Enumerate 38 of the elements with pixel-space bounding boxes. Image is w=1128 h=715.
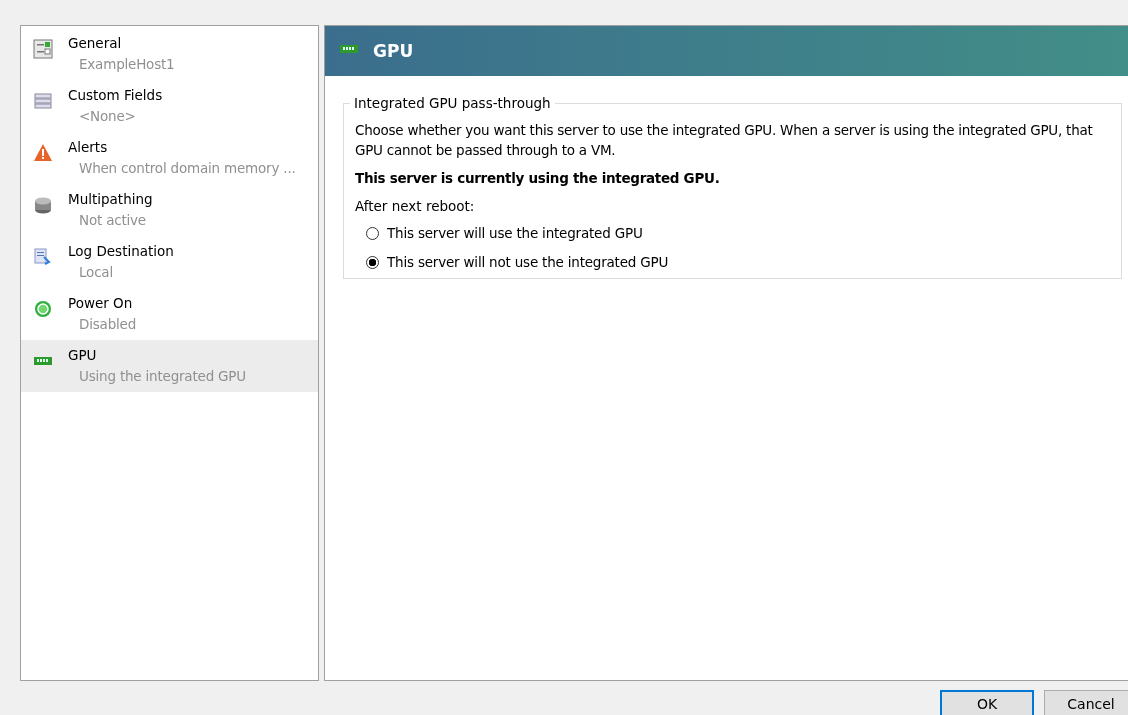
prompt-label: After next reboot: [355, 198, 476, 214]
description-text: Choose whether you want this server to use the integrated GPU. When a server is using the integrated GPU, that GPU cannot be passed through to a VM. [355, 121, 1094, 160]
item-title: Power On [68, 294, 133, 313]
sidebar-item[interactable]: Power On Disabled [21, 288, 318, 340]
item-subtitle: <None> [78, 107, 136, 126]
radio-label[interactable]: This server will not use the integrated GPU [387, 254, 669, 270]
sidebar-item[interactable]: Log Destination Local [21, 236, 318, 288]
power-icon [33, 299, 53, 319]
item-title: Multipathing [68, 190, 153, 209]
disk-stack-icon [33, 195, 53, 215]
dialog-button[interactable]: Cancel [1044, 690, 1128, 715]
warning-icon [33, 143, 53, 163]
item-subtitle: Local [78, 263, 113, 282]
item-title: GPU [68, 346, 97, 365]
item-title: Log Destination [68, 242, 174, 261]
radio-label[interactable]: This server will use the integrated GPU [387, 225, 643, 241]
status-text: This server is currently using the integrated GPU. [355, 170, 721, 186]
group-legend: Integrated GPU pass-through [350, 94, 555, 112]
sidebar-item[interactable]: Custom Fields <None> [21, 80, 318, 132]
header-title: GPU [373, 41, 414, 61]
sidebar-item[interactable]: Alerts When control domain memory ... [21, 132, 318, 184]
item-subtitle: Using the integrated GPU [78, 367, 246, 386]
radio-button[interactable] [366, 226, 379, 240]
item-subtitle: When control domain memory ... [78, 159, 296, 178]
item-subtitle: Not active [78, 211, 146, 230]
dialog-button[interactable]: OK [940, 690, 1034, 715]
sidebar-item[interactable]: Multipathing Not active [21, 184, 318, 236]
sidebar-item[interactable]: GPU Using the integrated GPU [21, 340, 318, 392]
item-title: General [68, 34, 122, 53]
item-subtitle: Disabled [78, 315, 137, 334]
item-title: Alerts [68, 138, 108, 157]
item-title: Custom Fields [68, 86, 163, 105]
settings-list-icon [33, 39, 53, 59]
document-arrow-icon [33, 247, 53, 267]
item-subtitle: ExampleHost1 [78, 55, 175, 74]
sidebar-item[interactable]: General ExampleHost1 [21, 28, 318, 80]
list-icon [33, 91, 53, 111]
radio-button[interactable] [366, 255, 379, 269]
